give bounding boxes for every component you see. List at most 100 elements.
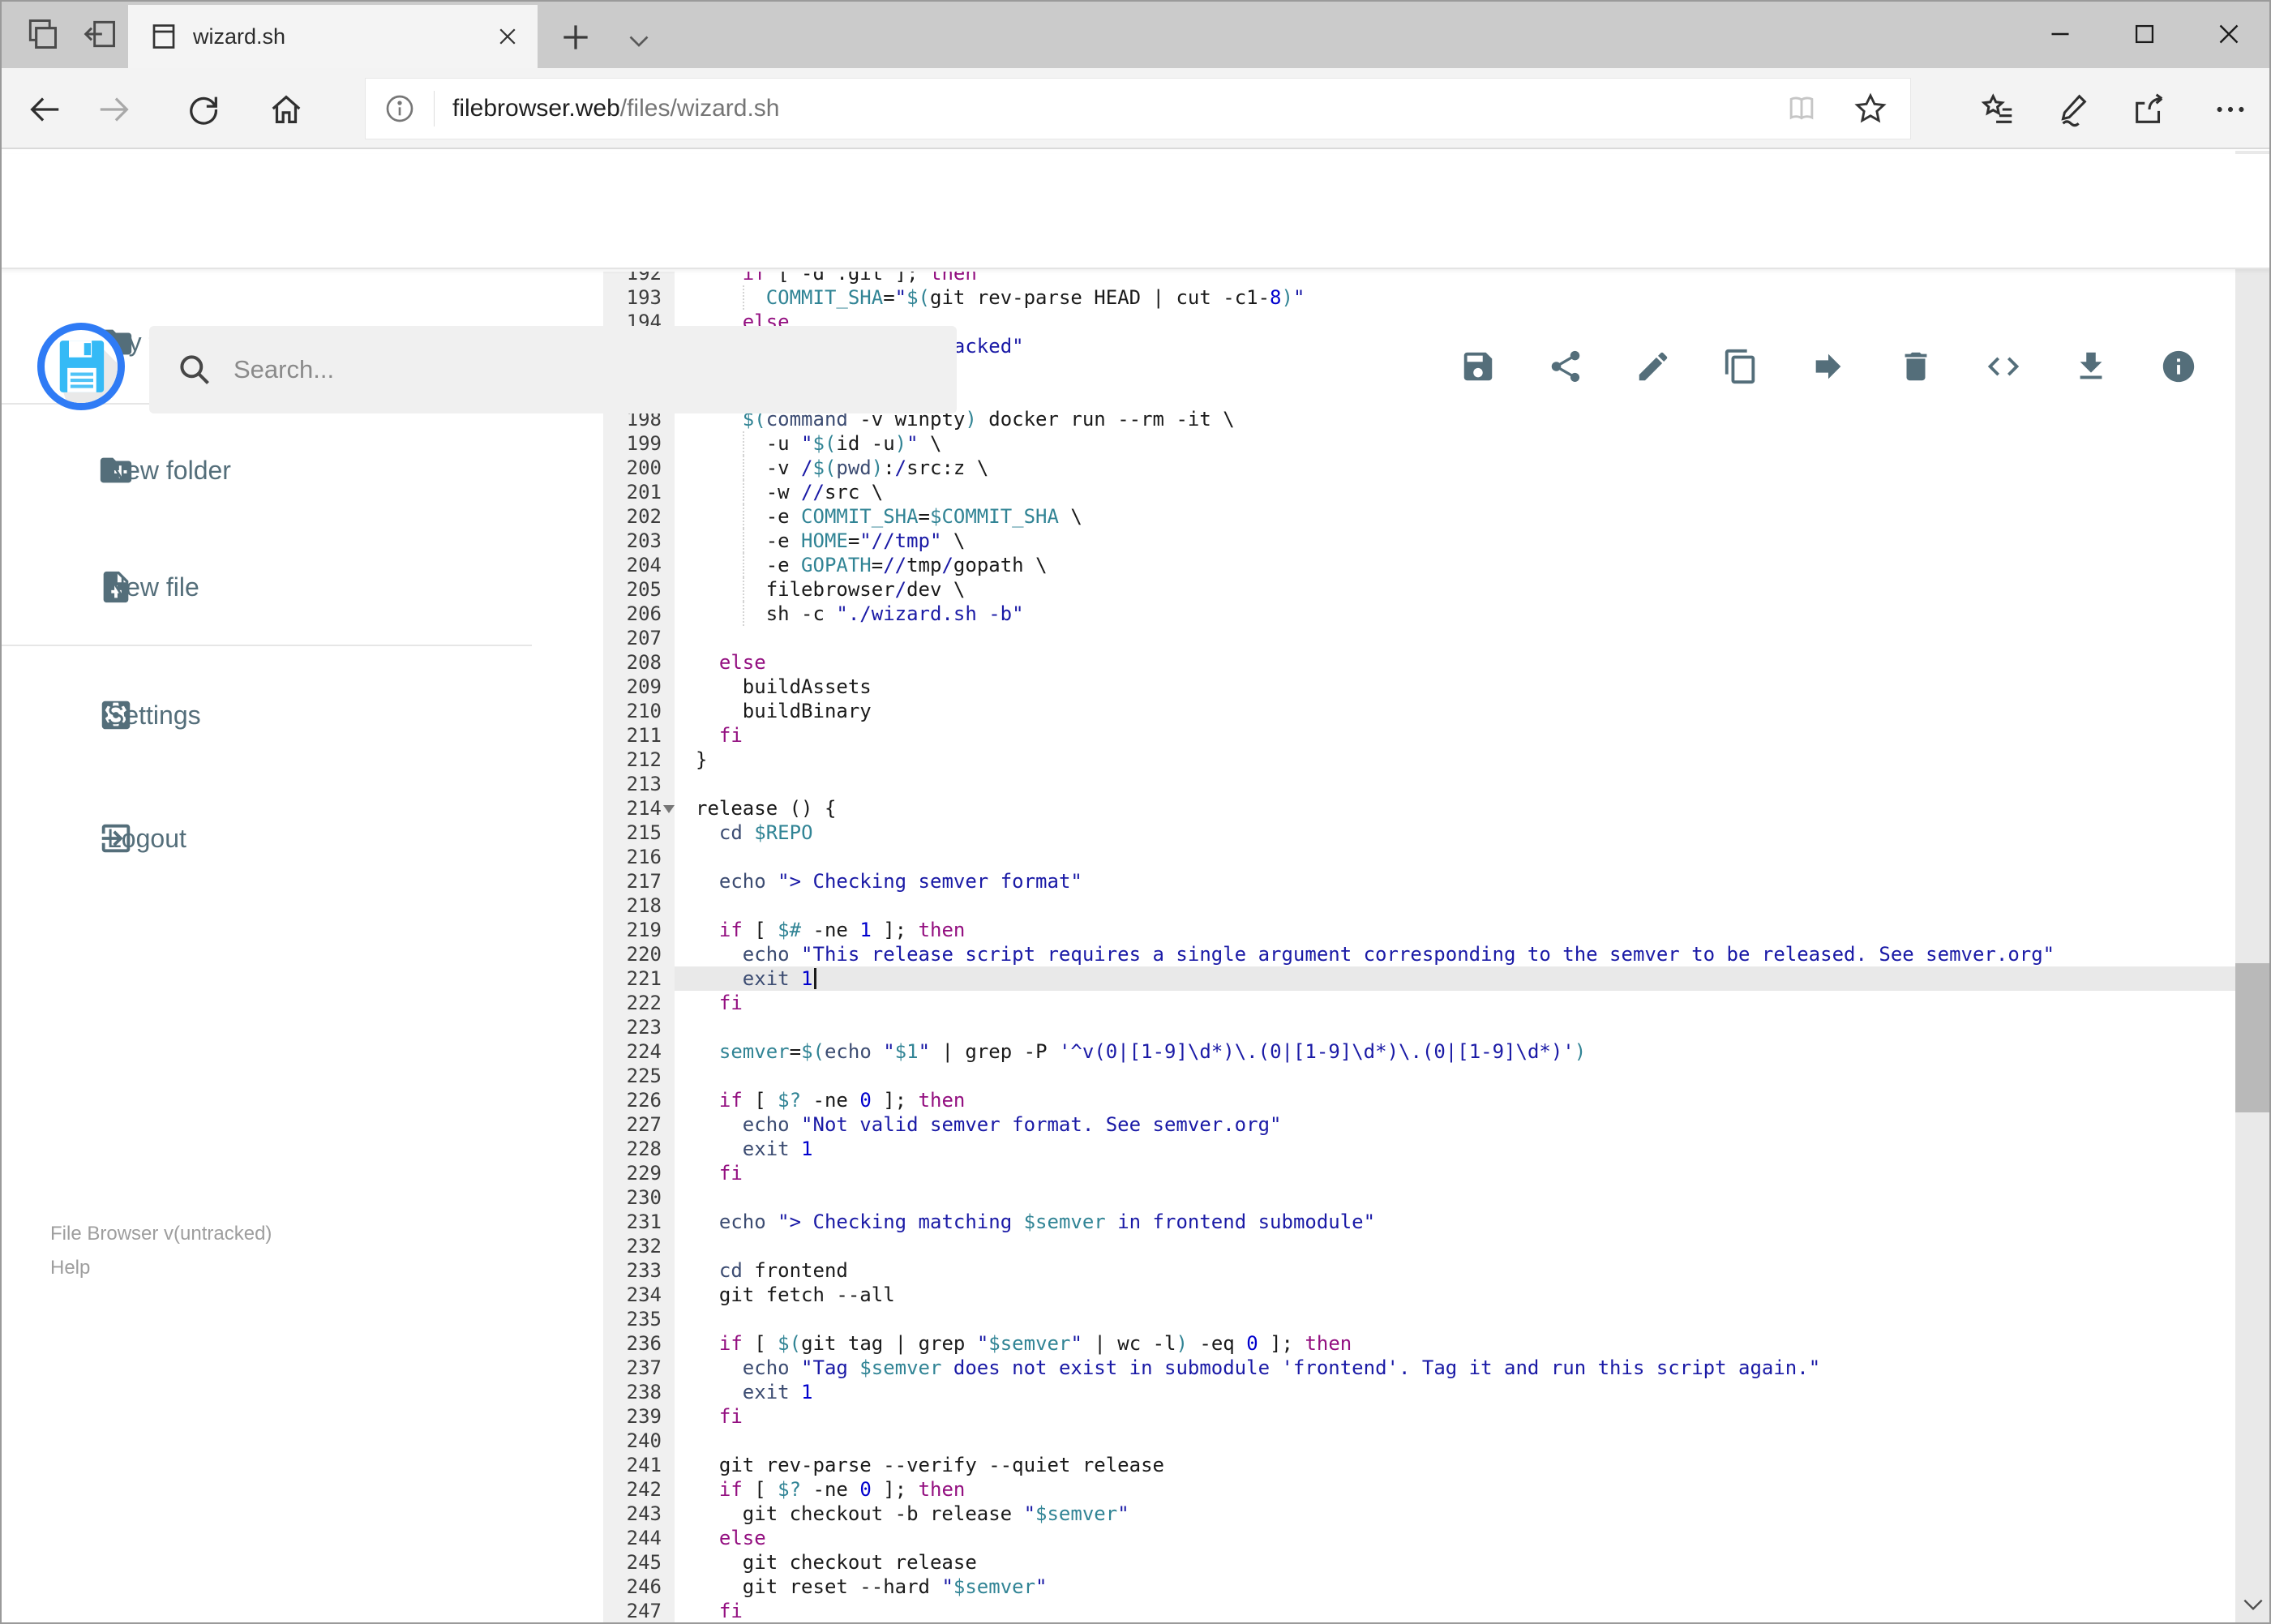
code-line-226[interactable]: 226 if [ $? -ne 0 ]; then [603,1088,2235,1112]
code-line-218[interactable]: 218 [603,893,2235,918]
tab-close-icon[interactable] [495,24,520,49]
code-line-215[interactable]: 215 cd $REPO [603,821,2235,845]
code-line-213[interactable]: 213 [603,772,2235,796]
code-line-text[interactable]: if [ $? -ne 0 ]; then [675,1088,2235,1112]
code-line-text[interactable]: else [675,650,2235,675]
code-line-text[interactable]: echo "Tag $semver does not exist in subm… [675,1356,2235,1380]
code-line-234[interactable]: 234 git fetch --all [603,1283,2235,1307]
code-line-201[interactable]: 201 -w //src \ [603,480,2235,504]
code-line-221[interactable]: 221 exit 1 [603,966,2235,991]
code-line-text[interactable] [675,772,2235,796]
code-line-text[interactable] [675,626,2235,650]
tab-list-chevron-icon[interactable] [624,26,653,55]
code-line-text[interactable]: if [ $(git tag | grep "$semver" | wc -l)… [675,1331,2235,1356]
code-line-202[interactable]: 202 -e COMMIT_SHA=$COMMIT_SHA \ [603,504,2235,529]
code-line-203[interactable]: 203 -e HOME="//tmp" \ [603,529,2235,553]
code-line-text[interactable]: git reset --hard "$semver" [675,1575,2235,1599]
site-info-icon[interactable] [383,92,416,125]
code-line-220[interactable]: 220 echo "This release script requires a… [603,942,2235,966]
code-line-207[interactable]: 207 [603,626,2235,650]
code-line-236[interactable]: 236 if [ $(git tag | grep "$semver" | wc… [603,1331,2235,1356]
code-line-206[interactable]: 206 sh -c "./wizard.sh -b" [603,602,2235,626]
code-line-217[interactable]: 217 echo "> Checking semver format" [603,869,2235,893]
code-line-text[interactable]: if [ $# -ne 1 ]; then [675,918,2235,942]
new-tab-icon[interactable] [558,19,593,55]
code-line-text[interactable]: exit 1 [675,1137,2235,1161]
code-line-text[interactable]: exit 1 [675,1380,2235,1404]
code-line-text[interactable]: echo "> Checking matching $semver in fro… [675,1210,2235,1234]
sidebar-item-new-folder[interactable]: New folder [0,446,535,495]
code-line-text[interactable]: -e COMMIT_SHA=$COMMIT_SHA \ [675,504,2235,529]
code-line-text[interactable]: } [675,748,2235,772]
code-line-246[interactable]: 246 git reset --hard "$semver" [603,1575,2235,1599]
code-line-238[interactable]: 238 exit 1 [603,1380,2235,1404]
code-line-245[interactable]: 245 git checkout release [603,1550,2235,1575]
code-line-229[interactable]: 229 fi [603,1161,2235,1185]
maximize-button[interactable] [2102,0,2187,68]
code-line-text[interactable]: cd $REPO [675,821,2235,845]
code-line-225[interactable]: 225 [603,1064,2235,1088]
tab-preview-icon[interactable] [24,16,60,52]
code-line-text[interactable]: fi [675,1599,2235,1623]
code-line-227[interactable]: 227 echo "Not valid semver format. See s… [603,1112,2235,1137]
code-line-text[interactable]: echo "This release script requires a sin… [675,942,2235,966]
back-icon[interactable] [26,91,63,128]
code-line-243[interactable]: 243 git checkout -b release "$semver" [603,1502,2235,1526]
share-icon[interactable] [1547,348,1584,385]
code-line-240[interactable]: 240 [603,1429,2235,1453]
code-line-text[interactable]: git rev-parse --verify --quiet release [675,1453,2235,1477]
code-line-text[interactable]: -e GOPATH=//tmp/gopath \ [675,553,2235,577]
edit-icon[interactable] [1635,348,1672,385]
code-line-216[interactable]: 216 [603,845,2235,869]
code-line-223[interactable]: 223 [603,1015,2235,1039]
code-line-237[interactable]: 237 echo "Tag $semver does not exist in … [603,1356,2235,1380]
code-line-text[interactable]: else [675,1526,2235,1550]
code-line-244[interactable]: 244 else [603,1526,2235,1550]
code-line-200[interactable]: 200 -v /$(pwd):/src:z \ [603,456,2235,480]
code-line-text[interactable] [675,1015,2235,1039]
code-line-235[interactable]: 235 [603,1307,2235,1331]
code-line-text[interactable]: -v /$(pwd):/src:z \ [675,456,2235,480]
browser-tab[interactable]: wizard.sh [128,5,538,68]
code-line-193[interactable]: 193 COMMIT_SHA="$(git rev-parse HEAD | c… [603,285,2235,310]
code-line-text[interactable]: cd frontend [675,1258,2235,1283]
code-icon[interactable] [1985,348,2022,385]
code-line-text[interactable] [675,1064,2235,1088]
code-line-text[interactable]: git checkout -b release "$semver" [675,1502,2235,1526]
info-icon[interactable] [2160,348,2197,385]
code-line-text[interactable]: echo "Not valid semver format. See semve… [675,1112,2235,1137]
code-line-text[interactable]: fi [675,1161,2235,1185]
code-line-233[interactable]: 233 cd frontend [603,1258,2235,1283]
code-line-text[interactable]: -w //src \ [675,480,2235,504]
code-line-205[interactable]: 205 filebrowser/dev \ [603,577,2235,602]
code-line-212[interactable]: 212} [603,748,2235,772]
filebrowser-logo[interactable] [37,323,125,410]
help-link[interactable]: Help [50,1257,90,1279]
forward-icon[interactable] [96,91,133,128]
move-icon[interactable] [1810,348,1847,385]
code-line-222[interactable]: 222 fi [603,991,2235,1015]
code-line-text[interactable] [675,845,2235,869]
set-aside-tabs-icon[interactable] [83,16,118,52]
sidebar-item-settings[interactable]: Settings [0,691,535,739]
code-line-208[interactable]: 208 else [603,650,2235,675]
code-line-text[interactable]: if [ -d .git ]; then [675,272,2235,285]
code-line-219[interactable]: 219 if [ $# -ne 1 ]; then [603,918,2235,942]
code-line-text[interactable] [675,1307,2235,1331]
code-line-224[interactable]: 224 semver=$(echo "$1" | grep -P '^v(0|[… [603,1039,2235,1064]
code-line-228[interactable]: 228 exit 1 [603,1137,2235,1161]
home-icon[interactable] [268,91,305,128]
reading-view-icon[interactable] [1784,91,1819,126]
sidebar-item-logout[interactable]: Logout [0,814,535,863]
code-line-text[interactable]: if [ $? -ne 0 ]; then [675,1477,2235,1502]
code-editor[interactable]: 192 if [ -d .git ]; then 193 COMMIT_SHA="… [603,272,2235,1624]
code-line-text[interactable] [675,1185,2235,1210]
code-line-text[interactable] [675,1234,2235,1258]
code-line-text[interactable]: semver=$(echo "$1" | grep -P '^v(0|[1-9]… [675,1039,2235,1064]
code-line-214[interactable]: 214 release () { [603,796,2235,821]
address-bar[interactable]: filebrowser.web/files/wizard.sh [365,78,1911,139]
code-line-209[interactable]: 209 buildAssets [603,675,2235,699]
fold-toggle-icon[interactable] [663,805,675,813]
code-line-text[interactable]: sh -c "./wizard.sh -b" [675,602,2235,626]
code-line-text[interactable]: echo "> Checking semver format" [675,869,2235,893]
